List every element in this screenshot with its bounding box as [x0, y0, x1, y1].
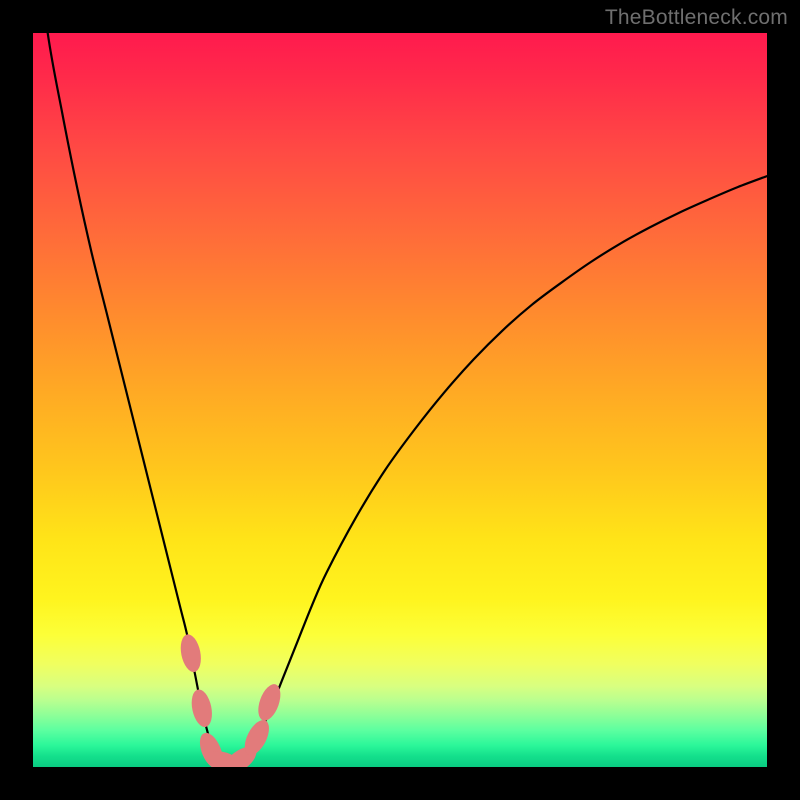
marker-point [189, 688, 216, 729]
chart-frame: TheBottleneck.com [0, 0, 800, 800]
markers-group [178, 633, 285, 767]
marker-point [178, 633, 204, 674]
overlay-svg [33, 33, 767, 767]
watermark-text: TheBottleneck.com [605, 6, 788, 30]
bottleneck-curve [33, 33, 767, 764]
plot-area [33, 33, 767, 767]
